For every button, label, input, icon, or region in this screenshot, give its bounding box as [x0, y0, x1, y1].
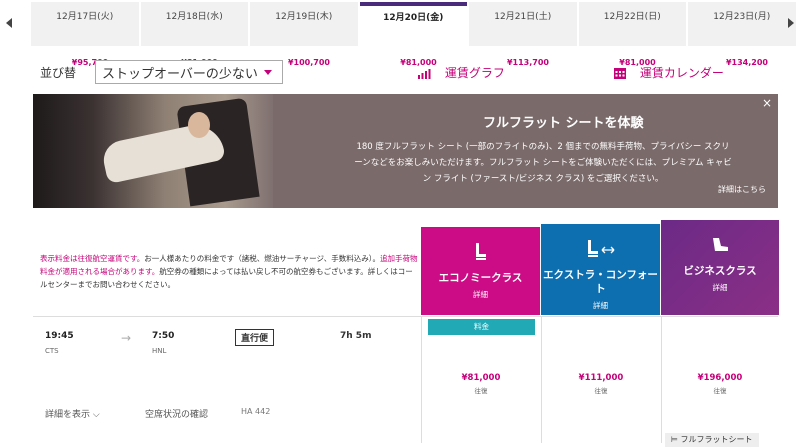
- fare-graph-link[interactable]: 運賃グラフ: [418, 64, 505, 82]
- date-tab[interactable]: 12月18日(水) ¥81,000: [140, 2, 248, 67]
- round-trip-label: 往復: [594, 387, 608, 395]
- date-label: 12月22日(日): [603, 12, 661, 22]
- date-label: 12月17日(火): [56, 12, 114, 22]
- flight-number: HA 442: [241, 407, 271, 416]
- flat-bed-icon: ⊨: [671, 435, 678, 444]
- banner-title: フルフラット シートを体験: [483, 116, 644, 131]
- arrow-right-icon: →: [121, 331, 132, 345]
- nonstop-badge: 直行便: [235, 329, 275, 346]
- business-class-detail: 詳細: [712, 283, 728, 292]
- fare-calendar-link[interactable]: 運賃カレンダー: [614, 64, 724, 82]
- banner-text: 180 度フルフラット シート (一部のフライトのみ)、2 個までの無料手荷物、…: [354, 142, 732, 184]
- fare-badge: 料金: [428, 319, 535, 335]
- date-tab[interactable]: 12月21日(土) ¥113,700: [469, 2, 577, 67]
- arrival-airport: HNL: [152, 347, 167, 355]
- economy-class-detail: 詳細: [473, 290, 488, 299]
- economy-price: ¥81,000: [461, 373, 501, 383]
- banner-photo: [33, 94, 273, 208]
- round-trip-label: 往復: [713, 387, 727, 395]
- sort-value: ストップオーバーの少ない: [102, 67, 258, 82]
- departure-time: 19:45: [45, 331, 74, 341]
- date-label: 12月21日(土): [494, 12, 552, 22]
- date-tab[interactable]: 12月19日(木) ¥100,700: [250, 2, 358, 67]
- economy-class-name: エコノミークラス: [438, 272, 523, 284]
- date-label: 12月20日(金): [383, 13, 444, 23]
- business-price: ¥196,000: [697, 373, 743, 383]
- business-class-header[interactable]: ビジネスクラス 詳細: [661, 220, 779, 315]
- show-details-label: 詳細を表示: [45, 410, 91, 420]
- sort-dropdown[interactable]: ストップオーバーの少ない: [95, 60, 283, 84]
- date-label: 12月18日(水): [165, 12, 223, 22]
- date-tab[interactable]: 12月22日(日) ¥81,000: [578, 2, 686, 67]
- next-dates-arrow-icon[interactable]: [788, 18, 794, 28]
- date-tab-selected[interactable]: 12月20日(金) ¥81,000: [359, 2, 467, 67]
- info-text-1: お一人様あたりの料金です（諸税、燃油サーチャージ、手数料込み）。: [144, 254, 381, 263]
- flight-row: 19:45 CTS → 7:50 HNL 直行便 7h 5m 詳細を表示 ⌵ 空…: [33, 316, 779, 447]
- calendar-icon: [614, 67, 626, 82]
- flight-duration: 7h 5m: [340, 331, 372, 341]
- date-tab[interactable]: 12月17日(火) ¥95,700: [31, 2, 139, 67]
- caret-down-icon: [264, 70, 272, 75]
- prev-dates-arrow-icon[interactable]: [6, 18, 12, 28]
- extra-comfort-class-detail: 詳細: [593, 301, 608, 310]
- business-price-cell[interactable]: ¥196,000 往復: [661, 373, 779, 395]
- date-label: 12月19日(木): [275, 12, 333, 22]
- seat-availability-link[interactable]: 空席状況の確認: [145, 407, 225, 423]
- arrival-time: 7:50: [152, 331, 175, 341]
- date-tab[interactable]: 12月23日(月) ¥134,200: [688, 2, 796, 67]
- fare-graph-label: 運賃グラフ: [444, 66, 505, 80]
- departure-airport: CTS: [45, 347, 59, 355]
- round-trip-label: 往復: [474, 387, 488, 395]
- flat-seat-icon: [661, 236, 779, 258]
- info-red-1: 表示料金は往復航空運賃です。: [40, 254, 145, 263]
- bar-chart-icon: [418, 68, 431, 82]
- fare-info-text: 表示料金は往復航空運賃です。お一人様あたりの料金です（諸税、燃油サーチャージ、手…: [40, 252, 420, 291]
- sort-label: 並び替: [40, 66, 77, 80]
- business-class-name: ビジネスクラス: [683, 265, 757, 277]
- date-label: 12月23日(月): [713, 12, 771, 22]
- banner-details-link[interactable]: 詳細はこちら: [718, 184, 766, 195]
- fare-calendar-label: 運賃カレンダー: [639, 66, 724, 80]
- economy-price-cell[interactable]: ¥81,000 往復: [422, 373, 540, 395]
- promo-banner: フルフラット シートを体験 180 度フルフラット シート (一部のフライトのみ…: [33, 94, 778, 208]
- seat-icon: [421, 243, 540, 265]
- chevron-down-icon: ⌵: [92, 410, 100, 420]
- extra-comfort-class-header[interactable]: エクストラ・コンフォート 詳細: [541, 224, 660, 315]
- extra-comfort-price-cell[interactable]: ¥111,000 往復: [542, 373, 660, 395]
- show-details-link[interactable]: 詳細を表示 ⌵: [45, 407, 100, 420]
- flat-seat-label: フルフラットシート: [680, 435, 753, 444]
- flat-seat-tag: ⊨ フルフラットシート: [665, 433, 759, 447]
- date-selector: 12月17日(火) ¥95,700 12月18日(水) ¥81,000 12月1…: [0, 0, 800, 67]
- date-tabs: 12月17日(火) ¥95,700 12月18日(水) ¥81,000 12月1…: [31, 0, 798, 67]
- extra-comfort-price: ¥111,000: [578, 373, 624, 383]
- economy-class-header[interactable]: エコノミークラス 詳細: [421, 227, 540, 315]
- extra-comfort-class-name: エクストラ・コンフォート: [543, 269, 658, 295]
- extra-legroom-seat-icon: [541, 240, 660, 262]
- sort-row: 並び替 ストップオーバーの少ない 運賃グラフ 運賃カレンダー: [0, 56, 800, 88]
- close-icon[interactable]: ×: [762, 96, 772, 110]
